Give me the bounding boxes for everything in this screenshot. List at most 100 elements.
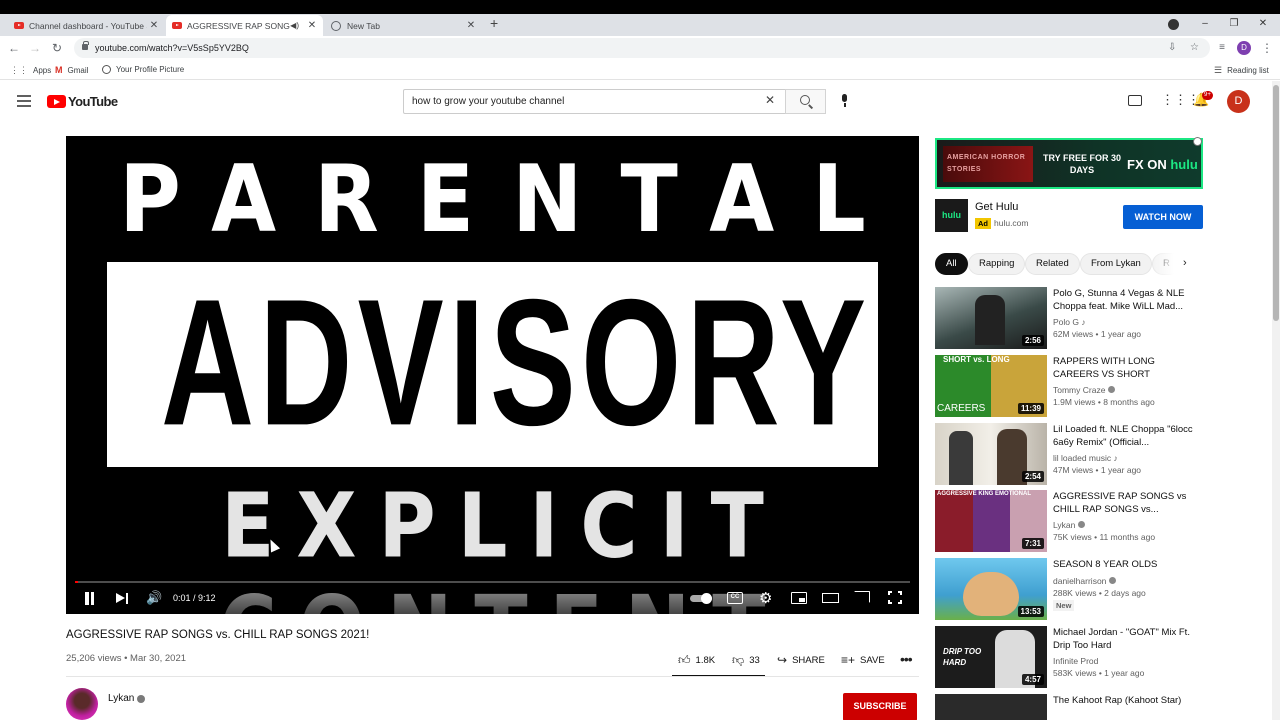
fullscreen-icon[interactable] — [888, 591, 902, 604]
tab-close-icon[interactable]: ✕ — [147, 20, 161, 31]
tab-search-icon[interactable] — [1168, 19, 1179, 30]
settings-gear-icon[interactable]: ⚙ — [759, 589, 772, 607]
dislike-button[interactable]: 👎︎ 33 — [732, 653, 760, 668]
autoplay-toggle[interactable] — [690, 593, 712, 604]
rec-channel[interactable]: Polo G ♪ — [1053, 317, 1086, 327]
ad-info-icon[interactable] — [1193, 137, 1202, 146]
microphone-icon[interactable] — [840, 94, 850, 108]
list-item[interactable]: 13:53 SEASON 8 YEAR OLDS danielharrison … — [935, 558, 1205, 620]
account-avatar[interactable]: D — [1227, 90, 1250, 113]
rec-channel[interactable]: danielharrison — [1053, 576, 1116, 586]
hulu-logo[interactable]: hulu — [935, 199, 968, 232]
channel-name[interactable]: Lykan — [108, 693, 134, 704]
theater-mode-icon[interactable] — [822, 593, 839, 603]
captions-button[interactable]: CC — [727, 592, 743, 604]
rec-title[interactable]: AGGRESSIVE RAP SONGS vs CHILL RAP SONGS … — [1053, 490, 1193, 516]
back-button[interactable]: ← — [4, 38, 24, 58]
list-item[interactable]: AGGRESSIVE KING EMOTIONAL 7:31 AGGRESSIV… — [935, 490, 1205, 552]
watch-now-button[interactable]: WATCH NOW — [1123, 205, 1203, 229]
tab-title: New Tab — [347, 20, 380, 31]
ad-banner[interactable]: AMERICAN HORROR STORIES TRY FREE FOR 30 … — [935, 138, 1203, 189]
video-player[interactable]: PARENTAL ADVISORY EXPLICIT CONTENT 🔊 0:0… — [66, 136, 919, 614]
tab-close-icon[interactable]: ✕ — [305, 20, 319, 31]
progress-bar[interactable] — [75, 581, 910, 583]
ad-banner-tagline: TRY FREE FOR 30 DAYS — [1042, 153, 1122, 175]
rec-meta: 288K views • 2 days ago — [1053, 588, 1146, 598]
lock-icon — [82, 41, 89, 50]
rec-title[interactable]: Michael Jordan - "GOAT" Mix Ft. Drip Too… — [1053, 626, 1193, 652]
rec-title[interactable]: SEASON 8 YEAR OLDS — [1053, 558, 1193, 571]
list-item[interactable]: SHORT vs. LONG CAREERS 11:39 RAPPERS WIT… — [935, 355, 1205, 417]
video-thumbnail[interactable]: AGGRESSIVE KING EMOTIONAL 7:31 — [935, 490, 1047, 552]
page-scrollbar[interactable] — [1272, 81, 1280, 720]
speaker-icon[interactable]: ◀) — [290, 21, 299, 30]
bookmark-star-icon[interactable]: ☆ — [1190, 38, 1199, 58]
thumbnail-overlay-text: SHORT vs. LONG — [943, 355, 1010, 364]
like-button[interactable]: 👍︎ 1.8K — [678, 653, 715, 668]
video-thumbnail[interactable] — [935, 694, 1047, 720]
ad-title[interactable]: Get Hulu — [975, 201, 1018, 213]
next-video-icon[interactable] — [116, 592, 129, 605]
window-close-button[interactable]: ✕ — [1248, 14, 1278, 34]
media-control-icon[interactable]: ≡ — [1212, 38, 1232, 58]
new-tab-button[interactable]: + — [490, 15, 498, 31]
bookmark-apps[interactable]: ⋮⋮ Apps — [10, 65, 51, 76]
chip-rapping[interactable]: Rapping — [968, 253, 1026, 275]
reload-icon[interactable]: ↻ — [47, 38, 67, 58]
chrome-menu-icon[interactable]: ⋮ — [1257, 38, 1277, 58]
reading-list-label: Reading list — [1227, 66, 1269, 75]
bookmark-gmail[interactable]: M Gmail — [55, 65, 88, 75]
scrollbar-thumb[interactable] — [1273, 85, 1279, 321]
subscribe-button[interactable]: SUBSCRIBE — [843, 693, 917, 720]
bookmark-profile-picture[interactable]: Your Profile Picture — [102, 65, 184, 74]
cast-icon[interactable] — [854, 591, 870, 603]
forward-button[interactable]: → — [25, 38, 45, 58]
chip-all[interactable]: All — [935, 253, 968, 275]
video-thumbnail[interactable]: 2:54 — [935, 423, 1047, 485]
save-button[interactable]: ≡+ SAVE — [841, 653, 885, 667]
more-actions-icon[interactable]: ••• — [900, 651, 913, 667]
volume-icon[interactable]: 🔊 — [146, 590, 162, 606]
rec-channel-name: Tommy Craze — [1053, 385, 1106, 395]
list-item[interactable]: 2:56 Polo G, Stunna 4 Vegas & NLE Choppa… — [935, 287, 1205, 349]
chip-related[interactable]: Related — [1025, 253, 1080, 275]
rec-channel[interactable]: Tommy Craze — [1053, 385, 1115, 395]
chevron-right-icon[interactable]: › — [1183, 257, 1187, 269]
video-thumbnail[interactable]: 2:56 — [935, 287, 1047, 349]
youtube-logo[interactable]: YouTube — [47, 94, 118, 109]
rec-title[interactable]: The Kahoot Rap (Kahoot Star) — [1053, 694, 1193, 707]
miniplayer-icon[interactable] — [791, 592, 807, 604]
new-badge: New — [1053, 600, 1075, 611]
pause-icon[interactable] — [84, 592, 95, 605]
video-thumbnail[interactable]: 13:53 — [935, 558, 1047, 620]
reading-list-button[interactable]: ☰ Reading list — [1214, 65, 1269, 76]
address-bar[interactable]: youtube.com/watch?v=V5sSp5YV2BQ ⇩ ☆ — [74, 38, 1210, 58]
video-thumbnail[interactable]: DRIP TOO HARD 4:57 — [935, 626, 1047, 688]
install-icon[interactable]: ⇩ — [1168, 38, 1176, 58]
browser-profile-avatar[interactable]: D — [1237, 41, 1251, 55]
list-item[interactable]: The Kahoot Rap (Kahoot Star) — [935, 694, 1205, 720]
channel-avatar[interactable] — [66, 688, 98, 720]
list-item[interactable]: DRIP TOO HARD 4:57 Michael Jordan - "GOA… — [935, 626, 1205, 688]
tab-aggressive-rap[interactable]: AGGRESSIVE RAP SONGS vs. CHILL RAP SONGS… — [166, 15, 323, 36]
rec-title[interactable]: RAPPERS WITH LONG CAREERS VS SHORT CAREE… — [1053, 355, 1193, 381]
rec-channel[interactable]: Lykan — [1053, 520, 1085, 530]
rec-channel[interactable]: Infinite Prod — [1053, 656, 1098, 666]
chip-from-lykan[interactable]: From Lykan — [1080, 253, 1152, 275]
video-thumbnail[interactable]: SHORT vs. LONG CAREERS 11:39 — [935, 355, 1047, 417]
tab-new-tab[interactable]: New Tab ✕ — [325, 15, 482, 36]
create-video-icon[interactable] — [1128, 95, 1142, 106]
hamburger-menu-icon[interactable] — [17, 95, 31, 107]
tab-channel-dashboard[interactable]: Channel dashboard - YouTube Studio ✕ — [8, 15, 165, 36]
list-item[interactable]: 2:54 Lil Loaded ft. NLE Choppa "6locc 6a… — [935, 423, 1205, 485]
clear-search-icon[interactable]: ✕ — [765, 93, 775, 107]
minimize-button[interactable]: – — [1190, 14, 1220, 34]
search-input[interactable]: how to grow your youtube channel — [403, 89, 786, 114]
rec-title[interactable]: Lil Loaded ft. NLE Choppa "6locc 6a6y Re… — [1053, 423, 1193, 449]
restore-button[interactable]: ❐ — [1219, 14, 1249, 34]
share-button[interactable]: ↪ SHARE — [777, 653, 825, 667]
rec-channel[interactable]: lil loaded music ♪ — [1053, 453, 1118, 463]
tab-close-icon[interactable]: ✕ — [464, 20, 478, 31]
rec-title[interactable]: Polo G, Stunna 4 Vegas & NLE Choppa feat… — [1053, 287, 1193, 313]
search-button[interactable] — [785, 89, 826, 114]
